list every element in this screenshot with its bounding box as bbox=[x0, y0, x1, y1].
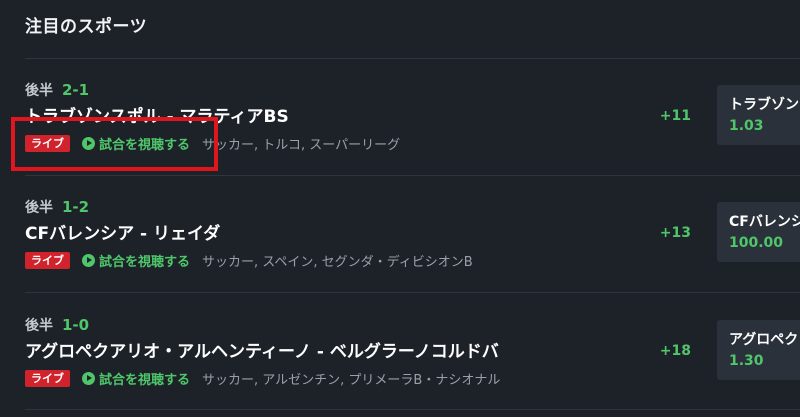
more-markets-count[interactable]: +11 bbox=[631, 108, 691, 124]
match-teams[interactable]: CFバレンシア - リェイダ bbox=[25, 219, 220, 244]
divider bbox=[25, 58, 800, 59]
watch-match-link[interactable]: 試合を視聴する bbox=[82, 369, 190, 388]
league-info: サッカー, アルゼンチン, プリメーラB・ナシオナル bbox=[202, 373, 501, 388]
match-score: 2-1 bbox=[62, 81, 90, 99]
section-title: 注目のスポーツ bbox=[25, 17, 148, 37]
watch-match-link[interactable]: 試合を視聴する bbox=[82, 251, 190, 270]
odds-button[interactable]: トラブゾン 1.03 bbox=[717, 85, 800, 145]
odds-selection-name: CFバレンシ bbox=[729, 214, 800, 230]
score-line: 後半 1-2 bbox=[25, 197, 89, 217]
watch-match-label: 試合を視聴する bbox=[99, 373, 191, 388]
live-badge: ライブ bbox=[25, 370, 70, 387]
divider bbox=[25, 409, 800, 410]
play-circle-icon bbox=[82, 372, 95, 385]
match-period: 後半 bbox=[25, 83, 53, 99]
highlight-annotation-box bbox=[11, 117, 218, 171]
odds-selection-name: アグロペク bbox=[729, 332, 799, 348]
play-circle-icon bbox=[82, 254, 95, 267]
odds-selection-name: トラブゾン bbox=[729, 97, 799, 113]
divider bbox=[25, 175, 800, 176]
match-meta: ライブ 試合を視聴する サッカー, アルゼンチン, プリメーラB・ナシオナル bbox=[25, 369, 500, 388]
match-row[interactable]: 後半 1-2 CFバレンシア - リェイダ ライブ 試合を視聴する サッカー, … bbox=[0, 197, 800, 314]
more-markets-count[interactable]: +18 bbox=[631, 343, 691, 359]
odds-value: 100.00 bbox=[729, 235, 784, 251]
match-meta: ライブ 試合を視聴する サッカー, スペイン, セグンダ・ディビシオンB bbox=[25, 251, 473, 270]
odds-button[interactable]: アグロペク 1.30 bbox=[717, 320, 800, 380]
match-period: 後半 bbox=[25, 200, 53, 216]
match-row[interactable]: 後半 1-0 アグロペクアリオ・アルヘンティーノ - ベルグラーノコルドバ ライ… bbox=[0, 315, 800, 417]
odds-value: 1.03 bbox=[729, 118, 764, 134]
odds-button[interactable]: CFバレンシ 100.00 bbox=[717, 202, 800, 262]
match-teams[interactable]: アグロペクアリオ・アルヘンティーノ - ベルグラーノコルドバ bbox=[25, 337, 499, 362]
more-markets-count[interactable]: +13 bbox=[631, 225, 691, 241]
featured-sports-page: 注目のスポーツ 後半 2-1 トラブゾンスポル - マラティアBS ライブ 試合… bbox=[0, 0, 800, 417]
match-score: 1-2 bbox=[62, 198, 90, 216]
league-info: サッカー, スペイン, セグンダ・ディビシオンB bbox=[202, 255, 473, 270]
odds-value: 1.30 bbox=[729, 353, 764, 369]
match-period: 後半 bbox=[25, 318, 53, 334]
match-score: 1-0 bbox=[62, 316, 90, 334]
divider bbox=[25, 292, 800, 293]
watch-match-label: 試合を視聴する bbox=[99, 255, 191, 270]
league-info: サッカー, トルコ, スーパーリーグ bbox=[202, 138, 401, 153]
score-line: 後半 1-0 bbox=[25, 315, 89, 335]
score-line: 後半 2-1 bbox=[25, 80, 89, 100]
live-badge: ライブ bbox=[25, 252, 70, 269]
